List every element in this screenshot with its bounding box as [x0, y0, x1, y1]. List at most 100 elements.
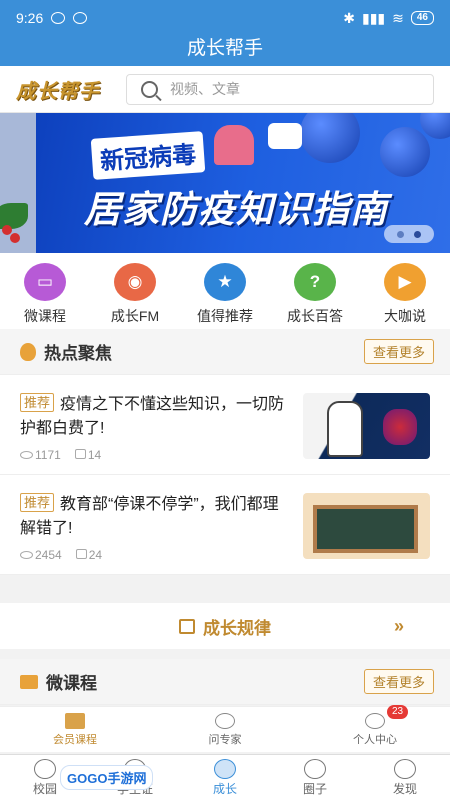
like-count: 14 [74, 448, 102, 462]
carousel-dot[interactable] [397, 230, 404, 238]
floating-nav: 会员课程 问专家 23 个人中心 [0, 704, 450, 752]
floating-nav-ask-expert[interactable]: 问专家 [180, 712, 270, 747]
tab-label: 圈子 [302, 781, 327, 796]
virus-icon [300, 113, 360, 163]
section-gap [0, 649, 450, 659]
quick-item-label: 成长百答 [287, 308, 343, 324]
carousel-dot-active[interactable] [414, 230, 421, 238]
chat-icon [34, 758, 56, 779]
berry-icon [10, 233, 20, 243]
article-title: 推荐 教育部“停课不停学”，我们都理解错了! [20, 493, 291, 541]
tab-label: 校园 [32, 781, 57, 796]
section-gap [0, 575, 450, 603]
sync-icon [51, 12, 66, 24]
floating-nav-label: 问专家 [208, 733, 242, 746]
virus-icon [380, 127, 430, 177]
lung-illustration [383, 409, 417, 445]
quick-item-expert-talk[interactable]: ▶ 大咖说 [365, 263, 445, 326]
book-icon [20, 674, 38, 689]
view-more-button[interactable]: 查看更多 [363, 669, 434, 694]
floating-nav-label: 个人中心 [353, 733, 397, 746]
chat-bubble-icon [268, 123, 302, 149]
recommend-badge: 推荐 [20, 393, 55, 412]
search-row: 成长帮手 视频、文章 [0, 66, 450, 113]
person-illustration [214, 125, 254, 165]
micro-course-header: 微课程 查看更多 [0, 659, 450, 705]
video-card-icon: ▭ [24, 263, 66, 301]
quick-item-recommend[interactable]: ★ 值得推荐 [185, 263, 265, 326]
article-thumbnail [303, 493, 430, 559]
group-icon [304, 758, 326, 779]
signal-icon: ▮▮▮ [362, 9, 386, 26]
search-input[interactable]: 视频、文章 [126, 73, 434, 105]
quick-item-label: 微课程 [24, 308, 66, 324]
alarm-icon [73, 12, 88, 24]
article-card[interactable]: 推荐 教育部“停课不停学”，我们都理解错了! 2454 24 [0, 475, 450, 575]
calendar-icon [179, 618, 195, 634]
eye-icon [20, 551, 33, 559]
bluetooth-icon: ✱ [343, 9, 356, 26]
like-count: 24 [75, 548, 103, 562]
star-badge-icon: ★ [204, 263, 246, 301]
watermark: GOGO手游网 [60, 765, 154, 790]
tab-growth[interactable]: 成长 [185, 758, 265, 797]
quick-item-micro-course[interactable]: ▭ 微课程 [5, 263, 85, 326]
double-chevron-right-icon: » [393, 615, 404, 636]
banner-tag: 新冠病毒 [90, 131, 206, 180]
section-title: 微课程 [46, 674, 97, 693]
carousel-dots [384, 225, 434, 243]
section-title: 热点聚焦 [44, 344, 112, 363]
app-title: 成长帮手 [0, 36, 450, 66]
banner-carousel[interactable]: 新冠病毒 居家防疫知识指南 [0, 113, 450, 253]
thumb-up-icon [75, 549, 87, 559]
open-book-icon [65, 712, 85, 729]
virus-icon [420, 113, 450, 139]
question-icon: ? [294, 263, 336, 301]
search-placeholder: 视频、文章 [170, 81, 240, 97]
floating-nav-profile[interactable]: 23 个人中心 [330, 704, 420, 747]
article-title-text: 教育部“停课不停学”，我们都理解错了! [20, 496, 279, 537]
notification-badge: 23 [387, 704, 409, 719]
chalkboard-illustration [313, 505, 418, 553]
growth-rule-bar[interactable]: 成长规律 » [0, 603, 450, 649]
growth-rule-label: 成长规律 [203, 618, 271, 638]
eye-icon [20, 451, 33, 459]
like-count-value: 24 [88, 548, 103, 562]
battery-indicator: 46 [410, 11, 434, 25]
article-title: 推荐 疫情之下不懂这些知识，一切防护都白费了! [20, 393, 291, 441]
lightbulb-icon [394, 758, 416, 779]
search-icon [141, 80, 158, 98]
tab-label: 发现 [392, 781, 417, 796]
quick-item-label: 成长FM [110, 308, 160, 324]
like-count-value: 14 [87, 448, 102, 462]
article-card[interactable]: 推荐 疫情之下不懂这些知识，一切防护都白费了! 1171 14 [0, 375, 450, 475]
article-title-text: 疫情之下不懂这些知识，一切防护都白费了! [20, 396, 285, 437]
quick-item-label: 值得推荐 [197, 308, 253, 324]
sprout-icon [214, 758, 236, 779]
play-icon: ▶ [384, 263, 426, 301]
status-bar: 9:26 ✱ ▮▮▮ ≋ 46 [0, 0, 450, 36]
floating-nav-member-course[interactable]: 会员课程 [30, 712, 120, 747]
view-count: 1171 [20, 448, 61, 462]
recommend-badge: 推荐 [20, 493, 55, 512]
status-time: 9:26 [16, 10, 44, 26]
view-count-value: 1171 [35, 448, 61, 462]
doctor-illustration [327, 401, 363, 457]
quick-item-growth-fm[interactable]: ◉ 成长FM [95, 263, 175, 326]
wifi-icon: ≋ [392, 9, 404, 26]
user-icon [365, 712, 385, 729]
hot-focus-header: 热点聚焦 查看更多 [0, 329, 450, 375]
floating-nav-label: 会员课程 [53, 733, 97, 746]
view-more-button[interactable]: 查看更多 [363, 339, 434, 364]
quick-item-label: 大咖说 [384, 308, 426, 324]
thumb-up-icon [74, 449, 86, 459]
flame-icon [20, 342, 36, 361]
tab-label: 成长 [212, 781, 237, 796]
banner-headline: 居家防疫知识指南 [84, 189, 388, 230]
view-count: 2454 [20, 548, 62, 562]
tab-circle[interactable]: 圈子 [275, 758, 355, 797]
app-logo: 成长帮手 [16, 80, 100, 103]
quick-item-qa[interactable]: ? 成长百答 [275, 263, 355, 326]
tab-discover[interactable]: 发现 [365, 758, 445, 797]
question-bubble-icon [215, 712, 235, 729]
